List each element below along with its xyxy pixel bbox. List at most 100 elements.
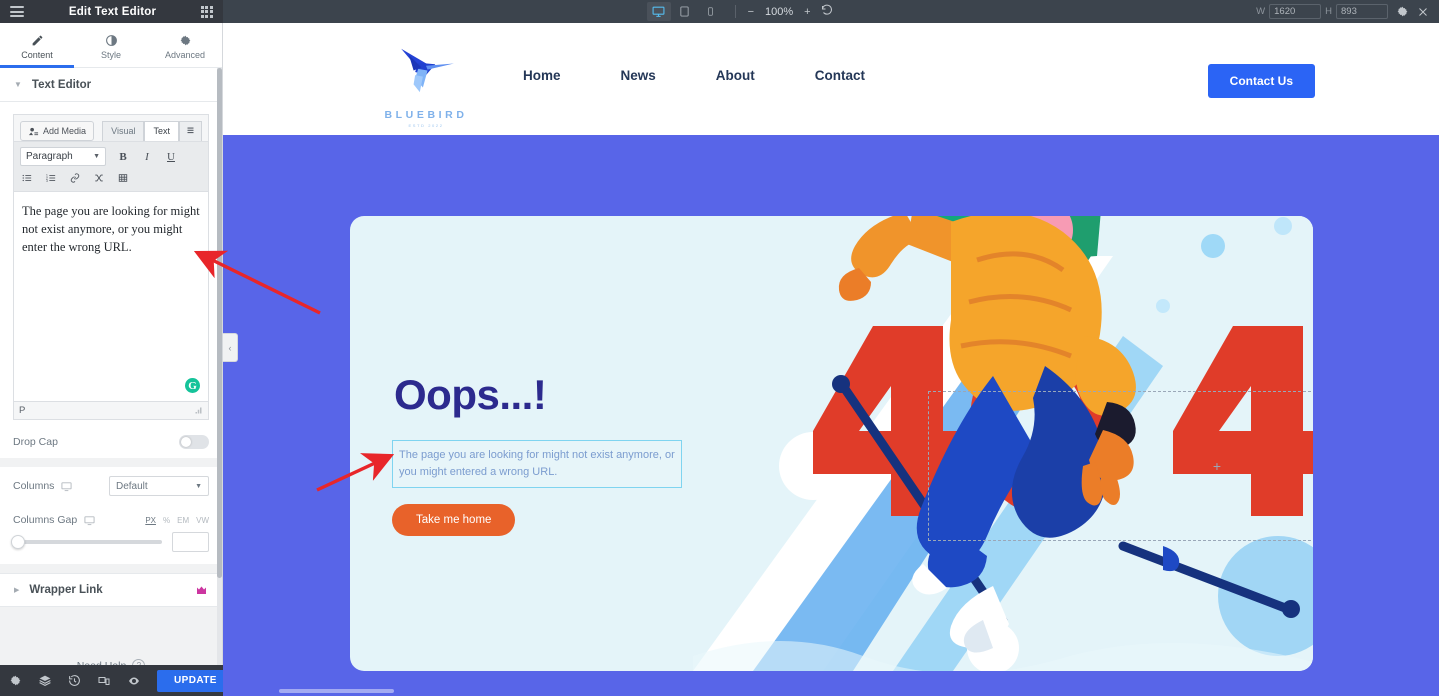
unit-vw[interactable]: VW [196, 516, 209, 525]
hero-paragraph-widget[interactable]: The page you are looking for might not e… [392, 440, 682, 488]
site-logo[interactable]: BLUEBIRD ESTD 2022 [371, 41, 481, 128]
table-icon[interactable] [116, 173, 130, 186]
top-bar-center: − 100% + [223, 2, 1256, 21]
wrapper-link-left: ▶ Wrapper Link [14, 584, 103, 596]
format-select[interactable]: Paragraph ▼ [20, 147, 106, 166]
preview-eye-icon[interactable] [127, 675, 141, 687]
columns-select[interactable]: Default ▼ [109, 476, 209, 496]
columns-gap-slider[interactable] [11, 535, 162, 549]
unit-em[interactable]: EM [177, 516, 189, 525]
columns-gap-input[interactable] [172, 532, 209, 552]
reset-rotate-icon[interactable] [821, 4, 833, 19]
device-mode-switcher [646, 2, 723, 21]
panel-divider [0, 458, 222, 467]
zoom-out-button[interactable]: − [748, 6, 754, 18]
svg-text:3: 3 [46, 179, 48, 183]
device-tablet-button[interactable] [673, 2, 697, 21]
editor-path-status: P [19, 405, 26, 416]
nav-contact[interactable]: Contact [785, 68, 895, 83]
contact-us-button[interactable]: Contact Us [1207, 64, 1315, 98]
drop-cap-toggle[interactable] [179, 435, 209, 449]
zoom-in-button[interactable]: + [804, 6, 810, 18]
desktop-icon [61, 481, 72, 491]
nav-news[interactable]: News [591, 68, 686, 83]
columns-gap-label-group: Columns Gap [13, 514, 95, 526]
collapse-toolbar-icon[interactable] [179, 121, 202, 141]
device-desktop-button[interactable] [646, 2, 671, 21]
top-bar-panel-header: Edit Text Editor [0, 0, 223, 23]
section-title: Text Editor [31, 78, 92, 91]
visual-mode-tab[interactable]: Visual [102, 121, 145, 141]
close-icon[interactable] [1417, 6, 1429, 18]
tab-style[interactable]: Style [74, 23, 148, 67]
grammarly-badge-icon[interactable]: G [185, 378, 200, 393]
grid-apps-icon[interactable] [200, 5, 213, 18]
shuffle-icon[interactable] [92, 173, 106, 186]
pencil-icon [32, 35, 42, 46]
width-input[interactable] [1269, 4, 1322, 19]
panel-collapse-handle[interactable]: ‹ [223, 333, 238, 362]
bullet-list-icon[interactable] [20, 173, 34, 186]
navigator-layers-icon[interactable] [38, 674, 52, 687]
tab-style-label: Style [100, 50, 121, 60]
columns-gap-label: Columns Gap [13, 514, 78, 526]
panel-scrollbar-thumb[interactable] [217, 68, 222, 578]
numbered-list-icon[interactable]: 123 [44, 173, 58, 186]
editor-textarea[interactable]: The page you are looking for might not e… [14, 191, 208, 401]
section-text-editor-header[interactable]: ▼ Text Editor [0, 68, 222, 102]
chevron-down-icon: ▼ [93, 153, 100, 160]
wrapper-link-section[interactable]: ▶ Wrapper Link [0, 573, 222, 607]
nav-home[interactable]: Home [493, 68, 591, 83]
zoom-controls: − 100% + [748, 4, 833, 19]
editor-mode-switch: Visual Text [102, 121, 202, 141]
underline-button[interactable]: U [164, 151, 178, 163]
settings-gear-icon[interactable] [9, 674, 22, 687]
top-bar-right: W H [1256, 4, 1439, 19]
tab-advanced-label: Advanced [164, 50, 206, 60]
logo-established: ESTD 2022 [408, 123, 444, 128]
wp-editor: Add Media Visual Text Paragraph ▼ B I U … [13, 114, 209, 420]
tab-advanced[interactable]: Advanced [148, 23, 222, 67]
columns-label: Columns [13, 480, 55, 492]
elementor-editor-screen: Edit Text Editor − 100% + W 1620 H 893 C… [0, 0, 1439, 696]
slider-knob[interactable] [11, 535, 25, 549]
link-icon[interactable] [68, 173, 82, 186]
wrapper-link-label: Wrapper Link [29, 584, 103, 596]
resize-grip-icon[interactable] [194, 406, 203, 415]
chevron-down-icon: ▼ [14, 80, 22, 89]
add-media-button[interactable]: Add Media [20, 121, 95, 141]
canvas-scrollbar-thumb[interactable] [279, 689, 394, 693]
panel-scrollbar[interactable] [217, 68, 222, 696]
toolbar-row-1: Paragraph ▼ B I U [20, 147, 202, 166]
desktop-icon [84, 515, 95, 525]
canvas-horizontal-scrollbar[interactable] [223, 686, 1439, 696]
bold-button[interactable]: B [116, 151, 130, 163]
unit-percent[interactable]: % [163, 516, 170, 525]
tab-content-label: Content [21, 50, 53, 60]
width-label: W [1256, 6, 1266, 17]
viewport-size-controls: W H [1256, 4, 1388, 19]
chevron-right-icon: ▶ [14, 587, 20, 594]
pro-crown-icon [197, 586, 206, 594]
wp-editor-toolbar: Paragraph ▼ B I U 1 2 3 [14, 141, 208, 191]
columns-gap-slider-row [0, 528, 222, 564]
drop-cap-label: Drop Cap [13, 436, 58, 448]
site-header: BLUEBIRD ESTD 2022 Home News About Conta… [223, 23, 1439, 135]
unit-px[interactable]: PX [145, 516, 156, 525]
nav-about[interactable]: About [686, 68, 785, 83]
hamburger-menu-icon[interactable] [10, 6, 24, 17]
text-mode-tab[interactable]: Text [144, 121, 179, 141]
take-me-home-button[interactable]: Take me home [392, 504, 516, 536]
gear-icon[interactable] [1396, 5, 1409, 18]
columns-select-value: Default [116, 480, 148, 492]
height-input[interactable] [1336, 4, 1388, 19]
format-select-value: Paragraph [26, 151, 73, 162]
columns-gap-row: Columns Gap PX % EM VW [0, 505, 222, 528]
responsive-preview-icon[interactable] [97, 675, 111, 687]
device-mobile-button[interactable] [699, 2, 723, 21]
top-bar: Edit Text Editor − 100% + W 1620 H 893 [0, 0, 1439, 23]
history-icon[interactable] [68, 674, 81, 687]
editor-content-text: The page you are looking for might not e… [22, 204, 200, 254]
tab-content[interactable]: Content [0, 23, 74, 68]
italic-button[interactable]: I [140, 151, 154, 163]
